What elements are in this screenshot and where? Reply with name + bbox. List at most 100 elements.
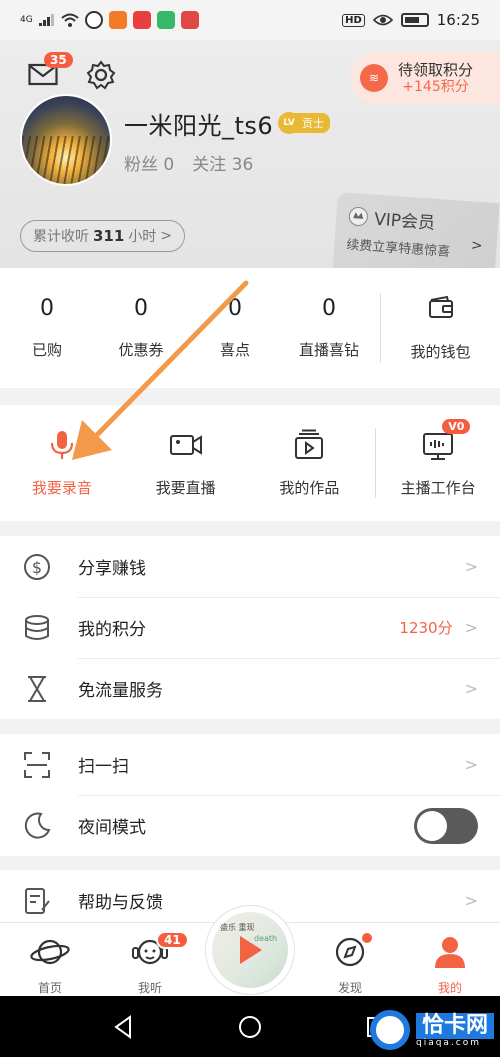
pending-points-pill[interactable]: ≋ 待领取积分 +145积分 [350,52,500,104]
row-label: 分享赚钱 [78,559,146,579]
social-counts: 粉丝 0 关注 36 [124,150,253,175]
stat-value: 0 [228,296,242,321]
points-value: 1230分 [399,619,453,637]
scan-icon [24,751,50,778]
live-button[interactable]: 我要直播 [124,429,248,498]
pending-points-title: 待领取积分 [398,60,474,79]
menu-section-2: 扫一扫 > 夜间模式 [0,734,500,856]
album-cover-text: 盛乐 重现 [220,923,255,932]
stat-live-diamonds[interactable]: 0 直播喜钻 [282,296,376,360]
stat-label: 喜点 [219,341,250,359]
creator-tools-row: 我要录音 我要直播 我的作品 V0 主播工作台 [0,405,500,521]
vip-title: VIP会员 [373,209,436,234]
dollar-icon: $ [24,553,50,580]
row-label: 夜间模式 [78,818,146,838]
svg-text:$: $ [32,558,42,577]
avatar[interactable] [20,94,112,186]
tab-listening[interactable]: 41 我听 [100,923,200,996]
hd-indicator: HD [342,13,365,27]
username[interactable]: 一米阳光_ts6 [124,106,273,141]
chevron-right-icon: > [464,557,478,576]
signal-icon [38,14,54,26]
my-points-row[interactable]: 我的积分 1230分 > [0,597,500,658]
tab-mine[interactable]: 我的 [400,923,500,996]
chevron-right-icon: > [464,679,478,698]
planet-icon [30,939,70,965]
works-icon [295,429,324,459]
feedback-icon [25,887,50,914]
status-bar: 4G HD 16:25 [0,0,500,40]
coins-stack-icon [25,614,49,640]
battery-icon [400,13,429,27]
mail-badge: 35 [44,52,73,68]
works-button[interactable]: 我的作品 [248,429,372,498]
listen-chevron-icon: > [160,228,173,244]
vip-crown-icon [348,206,368,226]
clock: 16:25 [436,11,480,29]
stat-label: 优惠券 [118,341,164,359]
settings-button[interactable] [86,60,116,90]
vip-subtitle: 续费立享特惠惊喜 [345,237,451,260]
stat-value: 0 [322,296,336,321]
play-icon [240,936,262,964]
listen-time-pill[interactable]: 累计收听 311 小时 > [20,220,186,252]
watermark-logo-icon [369,1010,410,1050]
network-indicator: 4G [20,15,33,25]
discover-dot [362,933,372,943]
tool-label: 我要录音 [31,478,92,497]
profile-header: 35 ≋ 待领取积分 +145积分 一米阳光_ts6 LV 贡士 粉丝 0 关注… [0,40,500,282]
studio-level-badge: V0 [442,418,471,434]
night-mode-row: 夜间模式 [0,795,500,856]
tool-label: 我要直播 [155,478,216,497]
chevron-right-icon: > [464,618,478,637]
row-label: 我的积分 [78,620,146,640]
tab-label: 首页 [37,981,62,995]
tab-label: 发现 [337,981,362,995]
listening-badge: 41 [156,931,189,949]
back-icon[interactable] [110,1014,136,1040]
studio-button[interactable]: V0 主播工作台 [376,418,500,498]
app-icon-3 [132,11,151,29]
home-icon[interactable] [237,1014,263,1040]
stat-xidian[interactable]: 0 喜点 [188,296,282,360]
hourglass-icon [28,675,46,702]
fans-count[interactable]: 粉丝 0 [124,150,174,175]
night-mode-toggle[interactable] [414,807,478,844]
stat-label: 直播喜钻 [298,341,359,359]
scan-row[interactable]: 扫一扫 > [0,734,500,795]
menu-section-1: $ 分享赚钱 > 我的积分 1230分 > 免流量服务 > [0,536,500,719]
gear-icon [86,60,116,90]
level-icon: LV [278,112,300,134]
wallet-button[interactable]: 我的钱包 [381,295,500,362]
tool-label: 我的作品 [279,478,340,497]
stat-label: 已购 [31,341,62,359]
tab-label: 我的 [437,981,462,995]
watermark-url: qiaqa.com [415,1037,482,1048]
video-camera-icon [169,434,202,455]
stat-value: 0 [134,296,148,321]
pending-points-amount: +145积分 [402,78,469,95]
free-data-row[interactable]: 免流量服务 > [0,658,500,719]
mini-player-button[interactable]: 盛乐 重现 death [205,905,295,995]
row-label: 免流量服务 [78,681,163,701]
watermark-title: 恰卡网 [415,1012,494,1039]
tab-home[interactable]: 首页 [0,923,100,996]
stat-coupons[interactable]: 0 优惠券 [94,296,188,360]
tab-discover[interactable]: 发现 [300,923,400,996]
app-icon-4 [156,11,175,29]
wallet-label: 我的钱包 [410,342,471,361]
row-label: 扫一扫 [78,757,129,777]
listen-hours: 311 [93,227,125,245]
wallet-icon [428,295,453,318]
album-cover: 盛乐 重现 death [212,912,288,988]
stat-purchased[interactable]: 0 已购 [0,296,94,360]
share-earn-row[interactable]: $ 分享赚钱 > [0,536,500,597]
eye-icon [372,14,393,26]
vip-chevron-icon: > [470,237,484,255]
stat-value: 0 [40,296,54,321]
level-badge[interactable]: LV 贡士 [278,112,330,134]
chevron-right-icon: > [464,891,478,910]
record-button[interactable]: 我要录音 [0,429,124,498]
following-count[interactable]: 关注 36 [192,150,253,175]
stats-row: 0 已购 0 优惠券 0 喜点 0 直播喜钻 我的钱包 [0,268,500,388]
